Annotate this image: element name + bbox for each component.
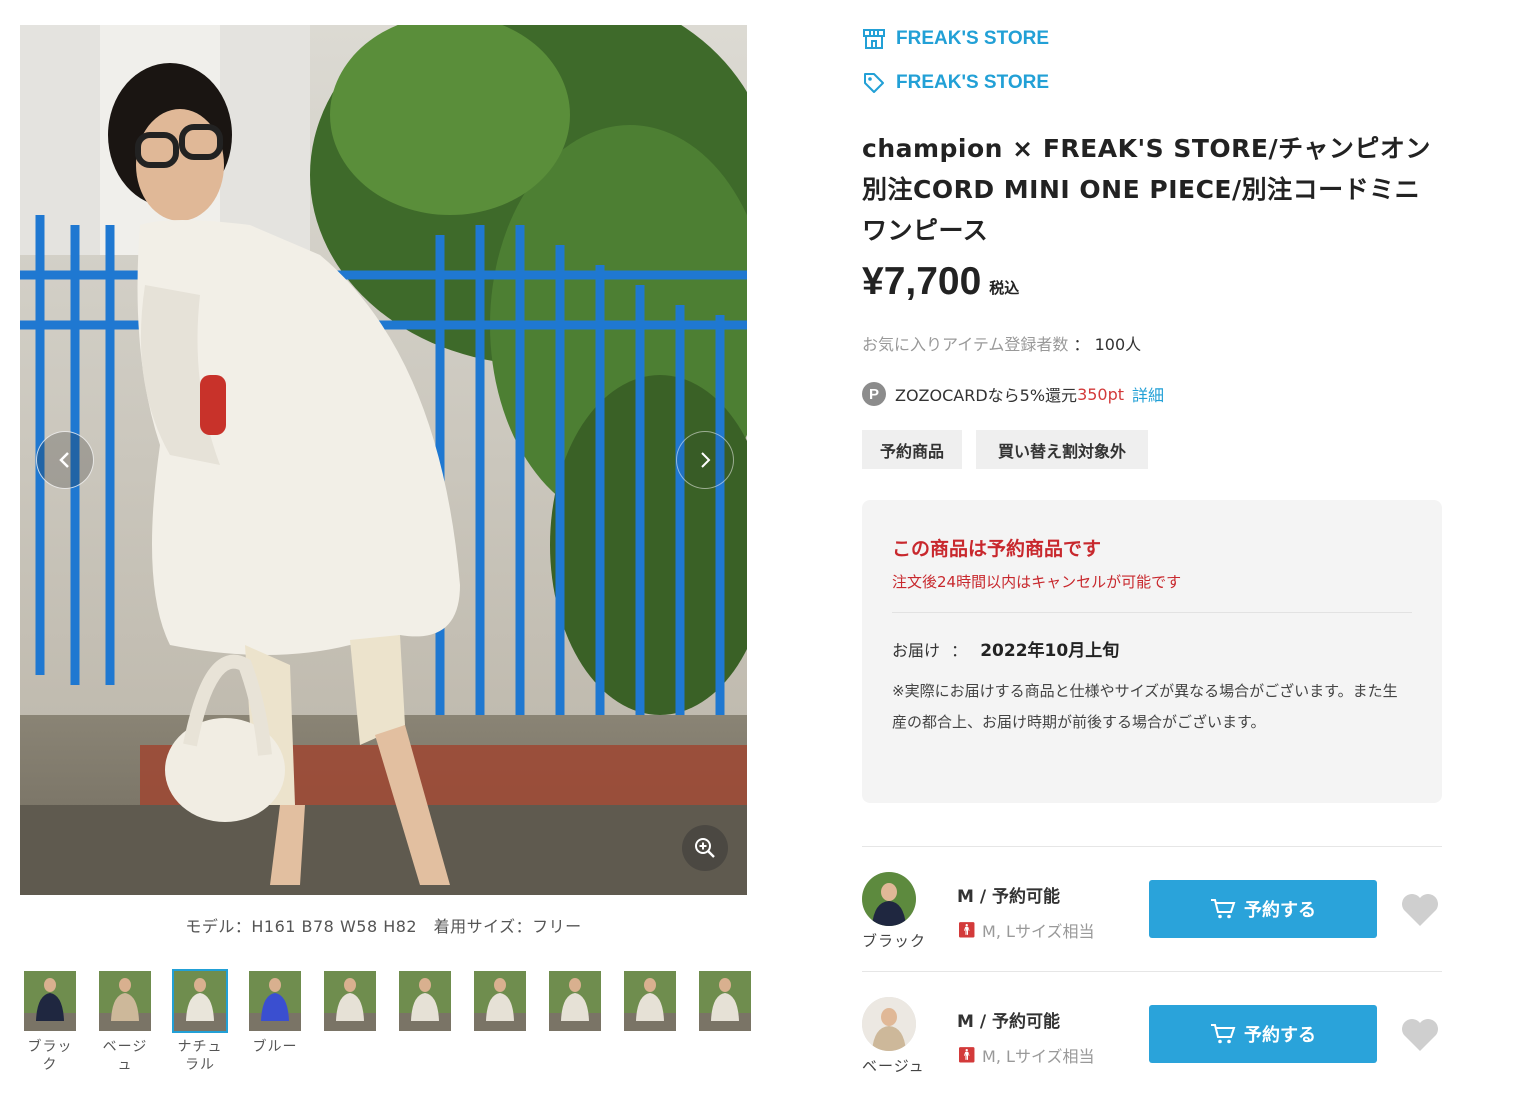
preorder-notice: この商品は予約商品です 注文後24時間以内はキャンセルが可能です お届け ： 2… [862,500,1442,803]
size-status: M / 予約可能 [957,887,1060,907]
color-name: ブラック [862,932,927,950]
next-image-button[interactable] [676,431,734,489]
product-photo [20,25,747,895]
color-swatch-black[interactable] [862,872,916,926]
thumbnail[interactable]: ブルー [247,969,303,1056]
thumbnail[interactable] [547,969,603,1038]
heart-icon[interactable] [1400,892,1440,928]
reserve-button-label: 予約する [1244,900,1316,921]
reserve-button[interactable]: 予約する [1149,1005,1377,1063]
zoom-in-icon [695,838,715,858]
swatch-image [862,872,916,926]
cart-icon [1211,899,1236,919]
favorite-count-label: お気に入りアイテム登録者数 [862,335,1069,354]
thumbnail[interactable] [697,969,753,1038]
product-title: champion × FREAK'S STORE/チャンピオン 別注CORD M… [862,134,1431,245]
chevron-left-icon [59,452,69,468]
thumbnail-image [697,969,753,1033]
tax-label: 税込 [989,279,1020,297]
thumbnail-image [322,969,378,1033]
tag-no-tradein: 買い替え割対象外 [976,430,1148,469]
heart-icon[interactable] [1400,1017,1440,1053]
zozocard-promo: P ZOZOCARDなら5%還元 350pt 詳細 [862,382,1164,406]
fit-info: 🚹︎ M, Lサイズ相当 [957,918,1094,942]
thumbnail-image [472,969,528,1033]
main-product-image[interactable] [20,25,747,895]
price: ¥7,700 [862,260,982,303]
thumbnail[interactable] [397,969,453,1038]
thumbnail[interactable] [472,969,528,1038]
fit-info: 🚹︎ M, Lサイズ相当 [957,1043,1094,1067]
thumbnail[interactable]: ブラッ ク [22,969,78,1074]
zozocard-detail-link[interactable]: 詳細 [1132,382,1164,406]
cart-icon [1211,1024,1236,1044]
zozocard-points: 350pt [1077,384,1125,404]
model-info: モデル：H161 B78 W58 H82 着用サイズ：フリー [185,917,582,936]
tag-icon [864,73,884,93]
thumbnail-caption: ブラッ ク [27,1039,73,1073]
thumbnail[interactable]: ナチュ ラル [172,969,228,1074]
variant-row: ベージュ M / 予約可能 🚹︎ M, Lサイズ相当 予約する [862,997,1462,1107]
thumbnail[interactable] [622,969,678,1038]
prev-image-button[interactable] [36,431,94,489]
size-status: M / 予約可能 [957,1012,1060,1032]
thumbnail-image [547,969,603,1033]
reserve-button-label: 予約する [1244,1025,1316,1046]
favorite-count: お気に入りアイテム登録者数 ： 100人 [862,331,1141,355]
notice-note: ※実際にお届けする商品と仕様やサイズが異なる場合がございます。また生産の都合上、… [892,682,1398,731]
shop-name: FREAK'S STORE [896,28,1050,49]
zoom-button[interactable] [682,825,728,871]
thumbnail-caption: ナチュ ラル [177,1039,223,1073]
store-icon [863,29,885,49]
color-name: ベージュ [862,1057,925,1075]
delivery-date: 2022年10月上旬 [980,641,1120,661]
points-icon: P [862,382,886,406]
swatch-image [862,997,916,1051]
thumbnail-image [22,969,78,1033]
tag-preorder: 予約商品 [862,430,962,469]
variant-row: ブラック M / 予約可能 🚹︎ M, Lサイズ相当 予約する [862,872,1462,982]
zozocard-text: ZOZOCARDなら5%還元 [895,386,1078,405]
variant-divider [862,971,1442,972]
reserve-button[interactable]: 予約する [1149,880,1377,938]
shop-link[interactable]: FREAK'S STORE [862,28,1049,50]
fit-text: M, Lサイズ相当 [982,922,1095,941]
brand-name: FREAK'S STORE [896,72,1050,93]
chevron-right-icon [701,452,711,468]
notice-cancel-text: 注文後24時間以内はキャンセルが可能です [892,573,1182,591]
variant-divider [862,846,1442,847]
thumbnail-image [622,969,678,1033]
person-icon: 🚹︎ [957,1046,977,1064]
delivery-separator: ： [951,641,968,660]
thumbnail-image [397,969,453,1033]
thumbnail-image [247,969,303,1033]
price-row: ¥7,700 税込 [862,260,1019,304]
thumbnail-caption: ブルー [252,1039,298,1055]
thumbnail-caption: ベージ ュ [102,1039,148,1073]
thumbnail[interactable]: ベージ ュ [97,969,153,1074]
thumbnail[interactable] [322,969,378,1038]
notice-divider [892,612,1412,613]
brand-link[interactable]: FREAK'S STORE [862,71,1049,95]
thumbnail-image [97,969,153,1033]
thumbnail-image [172,969,228,1033]
person-icon: 🚹︎ [957,921,977,939]
delivery-label: お届け [892,641,941,660]
color-swatch-beige[interactable] [862,997,916,1051]
thumbnail-strip: ブラッ クベージ ュナチュ ラル ブルー [22,969,762,1080]
favorite-count-separator: ： [1073,335,1090,354]
fit-text: M, Lサイズ相当 [982,1047,1095,1066]
favorite-count-value: 100人 [1094,335,1142,354]
delivery-info: お届け ： 2022年10月上旬 [892,636,1119,661]
notice-heading: この商品は予約商品です [892,538,1102,560]
